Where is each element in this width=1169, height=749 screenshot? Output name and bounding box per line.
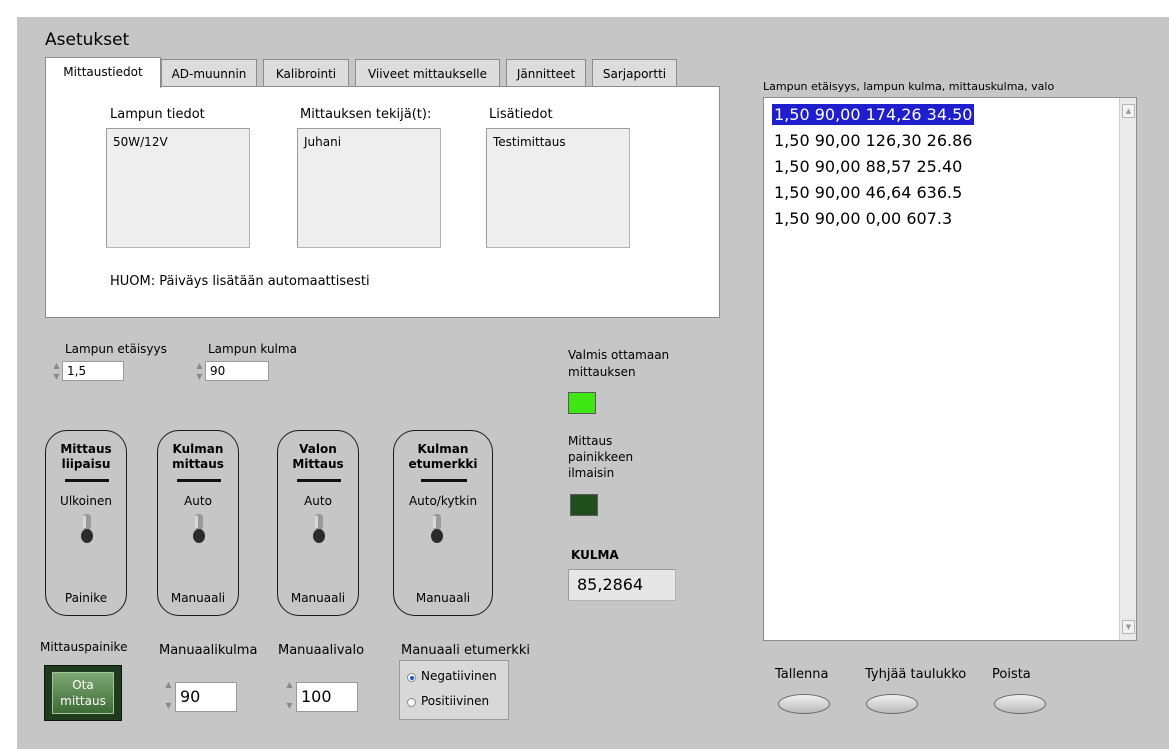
delete-button[interactable]	[994, 694, 1046, 714]
switch-trigger-bottom: Painike	[64, 591, 108, 605]
button-led-label-2: painikkeen	[568, 450, 634, 464]
measure-button-label: Mittauspainike	[40, 640, 128, 654]
measure-button[interactable]: Ota mittaus	[52, 672, 114, 714]
manual-light-input[interactable]: 100	[296, 682, 358, 712]
list-item[interactable]: 1,50 90,00 88,57 25.40	[772, 156, 964, 177]
manual-sign-group: Negatiivinen Positiivinen	[399, 660, 509, 720]
switch-sign-bottom: Manuaali	[415, 591, 471, 605]
list-item[interactable]: 1,50 90,00 46,64 636.5	[772, 182, 964, 203]
tab-kalibrointi[interactable]: Kalibrointi	[263, 59, 349, 87]
radio-positive-label: Positiivinen	[421, 694, 490, 708]
tab-mittaustiedot[interactable]: Mittaustiedot	[45, 57, 161, 88]
results-scrollbar[interactable]: ▲ ▼	[1119, 98, 1136, 640]
scroll-up-icon[interactable]: ▲	[1122, 104, 1135, 118]
tab-sarjaportti[interactable]: Sarjaportti	[592, 59, 677, 87]
switch-light-bottom: Manuaali	[290, 591, 346, 605]
button-led	[570, 494, 598, 516]
switch-angle: Kulman mittaus Auto Manuaali	[157, 430, 239, 616]
tab-jannitteet[interactable]: Jännitteet	[506, 59, 586, 87]
scroll-down-icon[interactable]: ▼	[1122, 620, 1135, 634]
switch-sign-title-1: Kulman	[417, 442, 469, 456]
switch-sign-bar	[421, 479, 467, 482]
manual-angle-label: Manuaalikulma	[159, 643, 258, 658]
lamp-angle-down-icon[interactable]: ▼	[195, 372, 204, 381]
ready-led	[568, 392, 596, 414]
list-item[interactable]: 1,50 90,00 126,30 26.86	[772, 130, 974, 151]
save-label: Tallenna	[775, 667, 829, 682]
lamp-angle-input[interactable]: 90	[205, 361, 269, 381]
save-button[interactable]	[778, 694, 830, 714]
ready-label-1: Valmis ottamaan	[568, 348, 670, 362]
switch-light-title-1: Valon	[299, 442, 337, 456]
manual-light-up-icon[interactable]: ▲	[285, 680, 294, 689]
measurer-label: Mittauksen tekijä(t):	[300, 107, 432, 122]
switch-light-bar	[297, 479, 341, 482]
button-led-label-3: ilmaisin	[568, 466, 615, 480]
clear-table-label: Tyhjää taulukko	[865, 667, 967, 682]
radio-negative-label: Negatiivinen	[421, 669, 497, 683]
angle-display: 85,2864	[568, 569, 676, 601]
manual-light-down-icon[interactable]: ▼	[285, 701, 294, 710]
manual-angle-input[interactable]: 90	[175, 682, 237, 712]
switch-angle-bottom: Manuaali	[170, 591, 226, 605]
switch-trigger-title-2: liipaisu	[61, 457, 111, 471]
radio-positive[interactable]	[407, 698, 416, 707]
lamp-distance-label: Lampun etäisyys	[65, 342, 167, 356]
measure-button-text-1: Ota	[72, 678, 94, 692]
switch-trigger-title-1: Mittaus	[60, 442, 112, 456]
lamp-angle-label: Lampun kulma	[208, 342, 297, 356]
switch-trigger-top: Ulkoinen	[60, 494, 112, 508]
switch-sign-top: Auto/kytkin	[408, 494, 478, 508]
switch-angle-title-1: Kulman	[172, 442, 224, 456]
switch-light-top: Auto	[304, 494, 332, 508]
date-note: HUOM: Päiväys lisätään automaattisesti	[110, 274, 370, 289]
switch-angle-toggle[interactable]	[192, 514, 206, 544]
extra-info-field[interactable]: Testimittaus	[486, 128, 630, 248]
results-header: Lampun etäisyys, lampun kulma, mittausku…	[763, 80, 1055, 93]
switch-trigger-toggle[interactable]	[80, 514, 94, 544]
delete-label: Poista	[992, 667, 1031, 682]
measure-button-frame: Ota mittaus	[44, 665, 122, 721]
manual-angle-down-icon[interactable]: ▼	[164, 701, 173, 710]
lamp-distance-down-icon[interactable]: ▼	[52, 372, 61, 381]
lamp-info-label: Lampun tiedot	[110, 107, 205, 122]
switch-angle-bar	[177, 479, 221, 482]
switch-light-toggle[interactable]	[312, 514, 326, 544]
lamp-info-field[interactable]: 50W/12V	[106, 128, 250, 248]
results-list[interactable]: 1,50 90,00 174,26 34.50 1,50 90,00 126,3…	[763, 97, 1137, 641]
switch-light-title-2: Mittaus	[292, 457, 344, 471]
switch-light: Valon Mittaus Auto Manuaali	[277, 430, 359, 616]
lamp-angle-up-icon[interactable]: ▲	[195, 361, 204, 370]
radio-negative[interactable]	[407, 673, 416, 682]
manual-light-label: Manuaalivalo	[278, 643, 365, 658]
tab-ad-muunnin[interactable]: AD-muunnin	[161, 59, 257, 87]
lamp-distance-up-icon[interactable]: ▲	[52, 361, 61, 370]
lamp-distance-input[interactable]: 1,5	[62, 361, 124, 381]
button-led-label-1: Mittaus	[568, 434, 613, 448]
measure-button-text-2: mittaus	[60, 694, 106, 708]
measurer-field[interactable]: Juhani	[297, 128, 441, 248]
switch-sign-toggle[interactable]	[430, 514, 444, 544]
tab-viiveet[interactable]: Viiveet mittaukselle	[355, 59, 500, 87]
clear-table-button[interactable]	[866, 694, 918, 714]
switch-sign-title-2: etumerkki	[408, 457, 478, 471]
settings-title: Asetukset	[45, 30, 130, 50]
switch-trigger: Mittaus liipaisu Ulkoinen Painike	[45, 430, 127, 616]
angle-label: KULMA	[571, 548, 619, 562]
manual-sign-label: Manuaali etumerkki	[401, 643, 530, 658]
list-item[interactable]: 1,50 90,00 174,26 34.50	[772, 104, 975, 125]
switch-angle-top: Auto	[184, 494, 212, 508]
manual-angle-up-icon[interactable]: ▲	[164, 680, 173, 689]
extra-info-label: Lisätiedot	[489, 107, 553, 122]
switch-sign: Kulman etumerkki Auto/kytkin Manuaali	[393, 430, 493, 616]
list-item[interactable]: 1,50 90,00 0,00 607.3	[772, 208, 954, 229]
ready-label-2: mittauksen	[568, 365, 636, 379]
switch-trigger-bar	[65, 479, 109, 482]
switch-angle-title-2: mittaus	[172, 457, 224, 471]
